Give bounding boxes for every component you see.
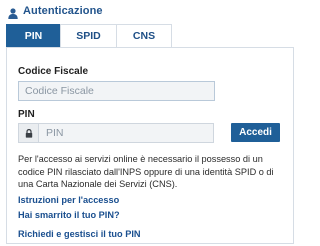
panel-title: Autenticazione (23, 5, 103, 17)
info-text: Per l'accesso ai servizi online è necess… (18, 154, 274, 190)
link-pin-smarrito[interactable]: Hai smarrito il tuo PIN? (18, 210, 120, 220)
codice-fiscale-input[interactable]: Codice Fiscale (18, 81, 215, 101)
authentication-panel: Autenticazione PIN SPID CNS Codice Fisca… (0, 0, 300, 246)
user-icon (8, 6, 18, 19)
tab-spid[interactable]: SPID (60, 24, 117, 47)
login-form: Codice Fiscale Codice Fiscale PIN PIN Ac… (6, 47, 294, 244)
pin-placeholder: PIN (46, 127, 64, 139)
link-istruzioni[interactable]: Istruzioni per l'accesso (18, 195, 119, 205)
pin-label: PIN (18, 109, 35, 120)
codice-fiscale-label: Codice Fiscale (18, 66, 89, 77)
link-richiedi-pin[interactable]: Richiedi e gestisci il tuo PIN (18, 229, 141, 239)
codice-fiscale-placeholder: Codice Fiscale (25, 85, 94, 97)
pin-field-group: PIN (18, 123, 214, 143)
pin-input[interactable]: PIN (38, 123, 214, 143)
lock-icon (18, 123, 38, 143)
tab-cns[interactable]: CNS (116, 24, 172, 47)
accedi-button[interactable]: Accedi (231, 123, 280, 142)
auth-tabs: PIN SPID CNS (6, 24, 172, 47)
panel-heading: Autenticazione (8, 3, 103, 19)
tab-pin[interactable]: PIN (6, 24, 61, 47)
